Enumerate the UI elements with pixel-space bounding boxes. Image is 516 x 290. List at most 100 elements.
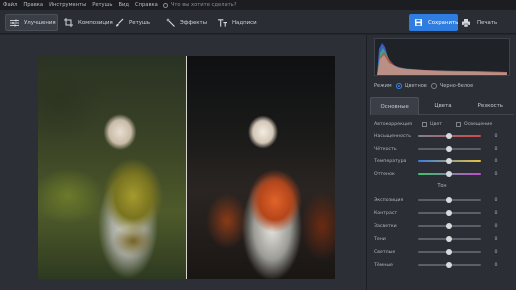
tab-label: Улучшения bbox=[24, 19, 56, 26]
sliders-icon bbox=[10, 18, 19, 27]
temperature-slider[interactable] bbox=[418, 158, 481, 164]
menu-help[interactable]: Справка bbox=[132, 2, 161, 8]
whites-slider[interactable] bbox=[418, 249, 481, 255]
tone-section-header: Тон bbox=[437, 184, 447, 189]
save-button[interactable]: Сохранить bbox=[409, 14, 458, 31]
command-search[interactable]: Что вы хотите сделать? bbox=[162, 2, 237, 8]
text-icon bbox=[218, 18, 227, 27]
slider-value: 0 bbox=[494, 223, 498, 229]
slider-knob[interactable] bbox=[446, 133, 452, 139]
slider-knob[interactable] bbox=[446, 146, 452, 152]
highlights-row: Засветки 0 bbox=[374, 222, 513, 230]
slider-value: 0 bbox=[494, 236, 498, 242]
highlights-slider[interactable] bbox=[418, 223, 481, 229]
tab-composition[interactable]: Композиция bbox=[60, 14, 113, 31]
exposure-row: Экспозиция 0 bbox=[374, 196, 513, 204]
compare-divider-handle[interactable] bbox=[186, 56, 187, 279]
tab-colors[interactable]: Цвета bbox=[419, 97, 467, 115]
menu-file[interactable]: Файл bbox=[0, 2, 20, 8]
panel-tabs: Основные Цвета Резкость bbox=[370, 97, 514, 115]
tab-sharpness[interactable]: Резкость bbox=[466, 97, 514, 115]
save-icon bbox=[415, 19, 422, 26]
adjustments-panel: Режим Цветное Черно-белое Основные Цвета… bbox=[366, 35, 516, 290]
shadows-row: Тени 0 bbox=[374, 235, 513, 243]
image-canvas[interactable] bbox=[0, 35, 366, 290]
mode-color-label[interactable]: Цветное bbox=[405, 83, 427, 89]
slider-knob[interactable] bbox=[446, 210, 452, 216]
slider-label: Экспозиция bbox=[374, 197, 404, 203]
magic-wand-icon bbox=[166, 18, 175, 27]
slider-value: 0 bbox=[494, 262, 498, 268]
tab-label: Надписи bbox=[232, 19, 257, 26]
menu-edit[interactable]: Правка bbox=[20, 2, 46, 8]
slider-label: Тени bbox=[374, 236, 386, 242]
mode-bw-label[interactable]: Черно-белое bbox=[440, 83, 473, 89]
menu-view[interactable]: Вид bbox=[115, 2, 132, 8]
slider-value: 0 bbox=[494, 210, 498, 216]
slider-value: 0 bbox=[494, 249, 498, 255]
search-icon bbox=[162, 2, 168, 8]
auto-color-checkbox[interactable] bbox=[422, 121, 427, 127]
autocorrection-label: Автокоррекция bbox=[374, 121, 412, 127]
tab-retouch[interactable]: Ретушь bbox=[111, 14, 159, 31]
exposure-slider[interactable] bbox=[418, 197, 481, 203]
slider-knob[interactable] bbox=[446, 236, 452, 242]
auto-light-label[interactable]: Освещение bbox=[464, 122, 492, 127]
saturation-slider[interactable] bbox=[418, 133, 481, 139]
slider-knob[interactable] bbox=[446, 158, 452, 164]
color-mode-row: Режим Цветное Черно-белое bbox=[374, 83, 473, 89]
search-placeholder: Что вы хотите сделать? bbox=[170, 2, 237, 8]
slider-knob[interactable] bbox=[446, 249, 452, 255]
print-label: Печать bbox=[477, 19, 498, 26]
before-image bbox=[38, 56, 187, 279]
slider-label: Чёткость bbox=[374, 146, 397, 152]
contrast-slider[interactable] bbox=[418, 210, 481, 216]
slider-knob[interactable] bbox=[446, 262, 452, 268]
tab-label: Ретушь bbox=[129, 19, 151, 26]
tint-slider[interactable] bbox=[418, 171, 481, 177]
slider-knob[interactable] bbox=[446, 223, 452, 229]
before-after-photo[interactable] bbox=[38, 56, 335, 279]
print-button[interactable]: Печать bbox=[462, 14, 497, 31]
brush-icon bbox=[115, 18, 124, 27]
shadows-slider[interactable] bbox=[418, 236, 481, 242]
slider-label: Засветки bbox=[374, 223, 397, 229]
auto-light-checkbox[interactable] bbox=[456, 121, 461, 127]
slider-label: Оттенок bbox=[374, 171, 395, 177]
printer-icon bbox=[462, 18, 470, 27]
slider-knob[interactable] bbox=[446, 197, 452, 203]
slider-label: Светлые bbox=[374, 249, 396, 255]
tab-text[interactable]: Надписи bbox=[214, 14, 264, 31]
mode-label: Режим bbox=[374, 83, 392, 89]
slider-label: Насыщенность bbox=[374, 133, 412, 139]
tab-basic[interactable]: Основные bbox=[370, 97, 420, 115]
slider-value: 0 bbox=[494, 197, 498, 203]
blacks-row: Тёмные 0 bbox=[374, 261, 513, 269]
histogram bbox=[374, 38, 510, 76]
slider-knob[interactable] bbox=[446, 171, 452, 177]
menu-tools[interactable]: Инструменты bbox=[46, 2, 89, 8]
clarity-row: Чёткость 0 bbox=[374, 145, 513, 153]
auto-color-label[interactable]: Цвет bbox=[430, 122, 442, 127]
temperature-row: Температура 0 bbox=[374, 157, 513, 165]
tab-label: Эффекты bbox=[180, 19, 207, 26]
menu-retouch[interactable]: Ретушь bbox=[89, 2, 115, 8]
tab-effects[interactable]: Эффекты bbox=[162, 14, 212, 31]
menu-bar: Файл Правка Инструменты Ретушь Вид Справ… bbox=[0, 0, 516, 10]
contrast-row: Контраст 0 bbox=[374, 209, 513, 217]
whites-row: Светлые 0 bbox=[374, 248, 513, 256]
tab-enhancements[interactable]: Улучшения bbox=[5, 14, 58, 31]
tint-row: Оттенок 0 bbox=[374, 170, 513, 178]
after-image bbox=[187, 56, 335, 279]
blacks-slider[interactable] bbox=[418, 262, 481, 268]
photo-editor-window: Файл Правка Инструменты Ретушь Вид Справ… bbox=[0, 0, 516, 290]
save-label: Сохранить bbox=[428, 19, 459, 26]
slider-value: 0 bbox=[494, 158, 498, 164]
slider-label: Тёмные bbox=[374, 262, 393, 268]
mode-color-radio[interactable] bbox=[395, 83, 402, 89]
slider-label: Температура bbox=[374, 158, 407, 164]
slider-label: Контраст bbox=[374, 210, 398, 216]
slider-value: 0 bbox=[494, 171, 498, 177]
mode-bw-radio[interactable] bbox=[430, 83, 437, 89]
clarity-slider[interactable] bbox=[418, 146, 481, 152]
